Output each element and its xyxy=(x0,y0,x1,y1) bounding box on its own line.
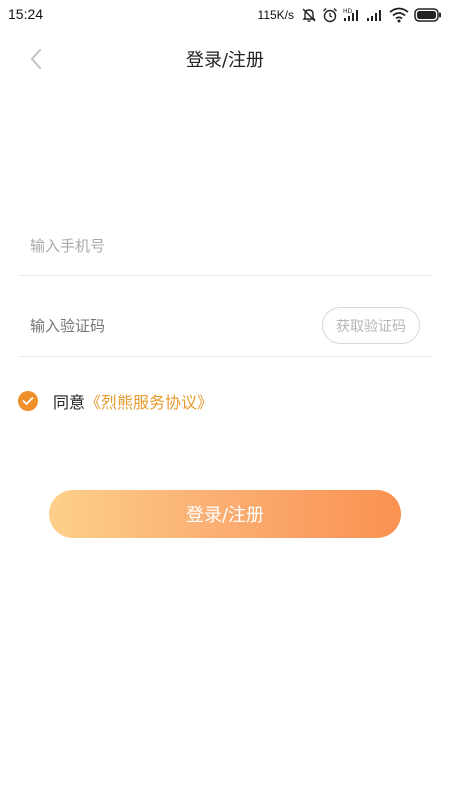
get-code-button[interactable]: 获取验证码 xyxy=(322,307,420,344)
svg-text:HD: HD xyxy=(343,8,353,15)
signal-icon xyxy=(366,7,384,23)
agreement-row: 同意 《烈熊服务协议》 xyxy=(18,390,213,412)
status-bar: 15:24 115K/s HD xyxy=(0,0,450,32)
code-input[interactable] xyxy=(30,315,290,337)
hd-signal-icon: HD xyxy=(343,7,361,23)
status-icons: 115K/s HD xyxy=(258,5,442,25)
alarm-icon xyxy=(322,7,338,23)
login-form xyxy=(18,215,432,276)
check-icon xyxy=(22,397,34,405)
agreement-prefix: 同意 xyxy=(53,393,86,412)
nav-bar: 登录/注册 xyxy=(0,36,450,80)
battery-icon xyxy=(414,8,442,22)
phone-input[interactable] xyxy=(30,235,290,257)
service-agreement-link[interactable]: 《烈熊服务协议》 xyxy=(85,389,213,413)
network-speed: 115K/s xyxy=(257,8,294,22)
mute-icon xyxy=(301,7,317,23)
agree-checkbox[interactable] xyxy=(18,391,38,411)
phone-field-row xyxy=(18,215,432,276)
page-title: 登录/注册 xyxy=(185,50,265,71)
status-time: 15:24 xyxy=(8,6,44,22)
wifi-icon xyxy=(389,7,409,23)
login-register-button[interactable]: 登录/注册 xyxy=(49,490,401,538)
code-field-row: 获取验证码 xyxy=(18,275,432,357)
